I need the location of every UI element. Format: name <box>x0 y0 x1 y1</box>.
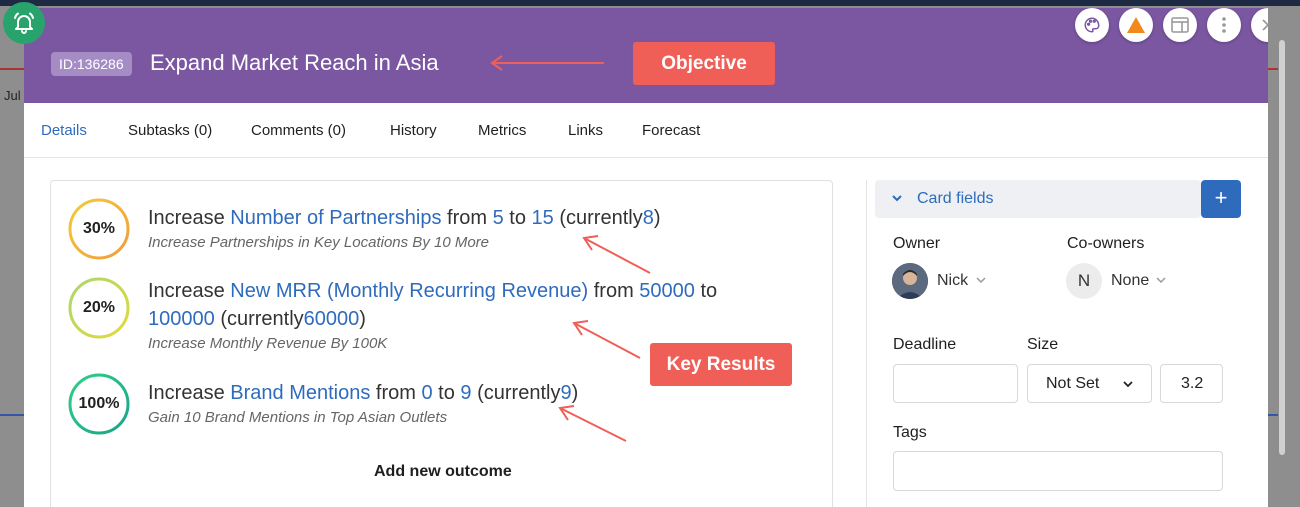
kr-start-value[interactable]: 5 <box>493 207 504 229</box>
chevron-down-icon <box>892 195 902 202</box>
kr-close-paren: ) <box>359 308 366 330</box>
kr-to-word: to <box>509 207 526 229</box>
avatar[interactable] <box>892 263 928 299</box>
arrow-left-icon <box>490 55 604 71</box>
tab-history[interactable]: History <box>390 122 437 139</box>
tab-forecast[interactable]: Forecast <box>642 122 700 139</box>
avatar-image <box>892 263 928 299</box>
objective-callout: Objective <box>633 42 775 85</box>
key-results-callout: Key Results <box>650 343 792 386</box>
key-result-description: Gain 10 Brand Mentions in Top Asian Outl… <box>148 409 448 426</box>
background-divider <box>1268 68 1278 70</box>
kr-metric-link[interactable]: Brand Mentions <box>230 382 370 404</box>
kr-verb: Increase <box>148 207 225 229</box>
kr-current-value[interactable]: 60000 <box>304 308 360 330</box>
key-result-description: Increase Monthly Revenue By 100K <box>148 335 388 352</box>
kr-verb: Increase <box>148 280 225 302</box>
more-vertical-icon <box>1222 17 1226 33</box>
key-result-description: Increase Partnerships in Key Locations B… <box>148 234 490 251</box>
add-card-field-button[interactable]: + <box>1201 180 1241 218</box>
kr-start-value[interactable]: 50000 <box>639 280 695 302</box>
tab-details[interactable]: Details <box>41 122 87 139</box>
deadline-input[interactable] <box>893 364 1018 403</box>
deadline-label: Deadline <box>893 336 957 353</box>
tab-bar: Details Subtasks (0) Comments (0) Histor… <box>24 103 1268 158</box>
kr-from-word: from <box>593 280 634 302</box>
add-new-outcome-button[interactable]: Add new outcome <box>374 463 512 481</box>
kr-target-value[interactable]: 100000 <box>148 308 215 330</box>
kr-start-value[interactable]: 0 <box>421 382 432 404</box>
progress-percent: 30% <box>82 220 116 237</box>
background-month-label: Jul <box>4 88 21 103</box>
tab-comments[interactable]: Comments (0) <box>251 122 346 139</box>
progress-percent: 100% <box>78 395 120 412</box>
kr-target-value[interactable]: 15 <box>532 207 554 229</box>
size-select-value: Not Set <box>1046 375 1100 392</box>
card-title[interactable]: Expand Market Reach in Asia <box>150 49 439 77</box>
key-result-item[interactable]: 30% Increase Number of Partnerships from… <box>68 198 828 260</box>
size-value-input[interactable]: 3.2 <box>1160 364 1223 403</box>
more-options-button[interactable] <box>1207 8 1241 42</box>
kr-current-value[interactable]: 8 <box>643 207 654 229</box>
card-fields-header[interactable]: Card fields <box>875 180 1201 218</box>
palette-button[interactable] <box>1075 8 1109 42</box>
kr-to-word: to <box>438 382 455 404</box>
chevron-down-icon[interactable] <box>975 275 987 285</box>
coowner-value[interactable]: None <box>1111 272 1149 290</box>
kr-close-paren: ) <box>653 207 661 229</box>
warning-triangle-icon <box>1127 17 1145 33</box>
size-value: 3.2 <box>1181 375 1204 392</box>
palette-icon <box>1084 17 1100 33</box>
priority-button[interactable] <box>1119 8 1153 42</box>
panel-divider <box>866 180 867 507</box>
kr-metric-link[interactable]: New MRR (Monthly Recurring Revenue) <box>230 280 588 302</box>
background-divider <box>1268 414 1278 416</box>
arrow-up-left-icon <box>572 320 641 359</box>
key-result-statement: Increase Number of Partnerships from 5 t… <box>148 204 788 232</box>
kr-currently-word: (currently <box>220 308 304 330</box>
close-icon <box>1262 19 1268 31</box>
progress-percent: 20% <box>82 299 116 316</box>
layout-button[interactable] <box>1163 8 1197 42</box>
kr-from-word: from <box>375 382 416 404</box>
kr-metric-link[interactable]: Number of Partnerships <box>230 207 441 229</box>
key-result-statement: Increase New MRR (Monthly Recurring Reve… <box>148 277 788 333</box>
arrow-up-left-icon <box>558 405 627 442</box>
arrow-up-left-icon <box>582 235 651 274</box>
coowners-label: Co-owners <box>1067 235 1145 252</box>
coowner-avatar[interactable]: N <box>1066 263 1102 299</box>
card-id-badge: ID:136286 <box>51 52 132 76</box>
layout-icon <box>1171 17 1189 33</box>
background-scrollbar[interactable] <box>1279 40 1285 455</box>
kr-verb: Increase <box>148 382 225 404</box>
notifications-bell-button[interactable] <box>3 2 45 44</box>
kr-currently-word: (currently <box>559 207 643 229</box>
size-label: Size <box>1027 336 1059 353</box>
card-fields-title: Card fields <box>917 190 994 207</box>
bell-icon <box>14 12 34 34</box>
tab-links[interactable]: Links <box>568 122 603 139</box>
owner-label: Owner <box>893 235 941 252</box>
kr-to-word: to <box>700 280 718 302</box>
card-modal: ID:136286 Expand Market Reach in Asia Ob… <box>24 8 1268 507</box>
tags-input[interactable] <box>893 451 1223 491</box>
kr-from-word: from <box>447 207 488 229</box>
chevron-down-icon[interactable] <box>1155 275 1167 285</box>
background-divider <box>0 68 24 70</box>
tags-label: Tags <box>893 424 927 441</box>
size-select[interactable]: Not Set <box>1027 364 1152 403</box>
background-divider <box>0 414 24 416</box>
chevron-down-icon <box>1123 381 1133 388</box>
owner-name[interactable]: Nick <box>937 272 968 290</box>
background-topbar <box>0 0 1300 6</box>
kr-target-value[interactable]: 9 <box>460 382 471 404</box>
tab-metrics[interactable]: Metrics <box>478 122 526 139</box>
tab-subtasks[interactable]: Subtasks (0) <box>128 122 212 139</box>
